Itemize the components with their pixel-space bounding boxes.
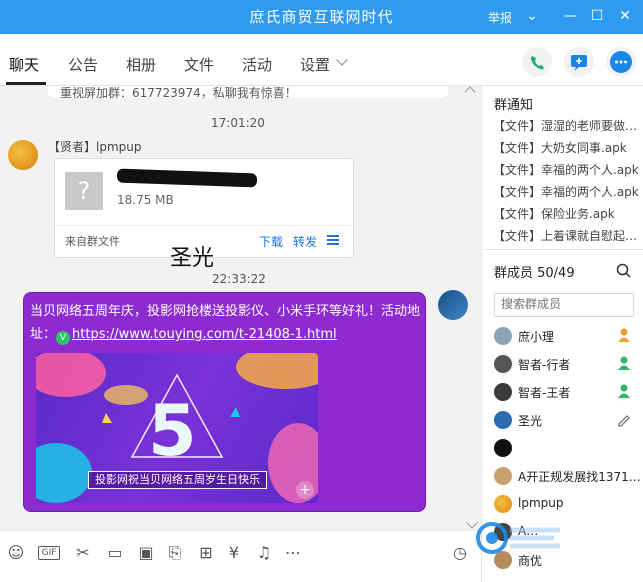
money-icon[interactable]: ¥ (224, 543, 244, 563)
banner-caption: 投影网祝当贝网络五周岁生日快乐 (88, 471, 267, 489)
title-bar: 庶氏商贸互联网时代 举报 ⌄ — ☐ ✕ (0, 0, 643, 34)
member-name: lpmpup (518, 496, 564, 510)
file-name-redacted (116, 168, 258, 188)
gift-icon[interactable]: ⊞ (196, 543, 216, 563)
avatar (494, 355, 512, 373)
folder-icon[interactable]: ▭ (105, 543, 125, 563)
watermark-logo (476, 522, 560, 554)
message-plus-icon (571, 55, 587, 71)
member-name: 智者-行者 (518, 358, 571, 372)
notice-item[interactable]: 【文件】上着课就自慰起… (493, 227, 641, 244)
member-name: 智者-王者 (518, 386, 571, 400)
owner-icon (618, 328, 630, 342)
verified-icon: V (56, 331, 71, 345)
more-tools-icon[interactable]: ⋯ (283, 543, 303, 563)
avatar[interactable] (8, 140, 38, 170)
divider (482, 249, 643, 250)
notice-item[interactable]: 【文件】幸福的两个人.apk (493, 183, 641, 200)
scissors-icon[interactable]: ✂ (73, 543, 93, 563)
admin-icon (618, 384, 630, 398)
announce-button[interactable] (564, 47, 594, 77)
maximize-icon[interactable]: ☐ (587, 6, 607, 26)
notice-item[interactable]: 【文件】大奶女同事.apk (493, 139, 641, 156)
member-item[interactable]: 圣光 (494, 408, 642, 432)
promo-message-bubble[interactable]: 当贝网络五周年庆，投影网抢楼送投影仪、小米手环等好礼！活动地址： Vhttps:/… (23, 292, 426, 512)
bell-icon[interactable]: ♫ (254, 543, 274, 563)
member-name: A开正规发展找1371… (518, 470, 641, 484)
file-source: 来自群文件 (65, 235, 120, 248)
tab-announcement[interactable]: 公告 (68, 54, 98, 75)
tab-chat[interactable]: 聊天 (9, 54, 39, 75)
notice-item[interactable]: 【文件】湿湿的老师要做… (493, 117, 641, 134)
close-icon[interactable]: ✕ (615, 6, 635, 26)
member-item[interactable]: 庶小理 (494, 324, 642, 348)
red-packet-icon[interactable]: ⎘ (165, 543, 185, 563)
group-notice-title: 群通知 (494, 98, 534, 113)
more-icon (610, 51, 632, 73)
tab-activity[interactable]: 活动 (242, 54, 272, 75)
avatar[interactable] (438, 290, 468, 320)
member-item[interactable]: A开正规发展找1371… (494, 464, 642, 488)
admin-icon (618, 356, 630, 370)
timestamp: 17:01:20 (211, 116, 265, 130)
chevron-down-icon[interactable] (336, 54, 348, 66)
avatar (494, 411, 512, 429)
promo-banner-image[interactable]: 5 投影网祝当贝网络五周岁生日快乐 + (36, 353, 318, 503)
member-name: 庶小理 (518, 330, 555, 344)
message-text: 当贝网络五周年庆，投影网抢楼送投影仪、小米手环等好礼！活动地址： Vhttps:/… (30, 300, 425, 346)
sender-name[interactable]: 【贤者】lpmpup (48, 138, 141, 155)
overlay-label: 圣光 (170, 246, 215, 271)
call-button[interactable] (522, 47, 552, 77)
more-options-button[interactable] (606, 47, 636, 77)
member-name: 圣光 (518, 414, 543, 428)
active-tab-indicator (6, 82, 46, 85)
avatar (494, 467, 512, 485)
avatar (494, 495, 512, 513)
member-item[interactable]: lpmpup (494, 492, 642, 516)
notice-item[interactable]: 【文件】保险业务.apk (493, 205, 641, 222)
notice-item[interactable]: 【文件】幸福的两个人.apk (493, 161, 641, 178)
tab-settings[interactable]: 设置 (300, 54, 330, 75)
svg-text:5: 5 (148, 390, 197, 472)
member-item[interactable]: 智者-王者 (494, 380, 642, 404)
previous-message-text: 重视屏加群：617723974，私聊我有惊喜！ (60, 86, 297, 100)
menu-icon[interactable] (327, 235, 339, 245)
tab-album[interactable]: 相册 (126, 54, 156, 75)
input-toolbar: ☺ GIF ✂ ▭ ▣ ⎘ ⊞ ¥ ♫ ⋯ ◷ (0, 517, 481, 582)
search-icon[interactable] (616, 263, 632, 279)
member-search-input[interactable] (501, 297, 631, 311)
members-title: 群成员 50/49 (494, 266, 575, 281)
forward-button[interactable]: 转发 (293, 233, 317, 250)
report-button[interactable]: 举报 (488, 9, 512, 26)
window-title: 庶氏商贸互联网时代 (249, 8, 394, 26)
scroll-up-icon[interactable] (464, 86, 476, 98)
message-link[interactable]: https://www.touying.com/t-21408-1.html (72, 327, 337, 342)
history-icon[interactable]: ◷ (450, 543, 470, 563)
divider (55, 225, 353, 226)
avatar (494, 383, 512, 401)
minimize-icon[interactable]: — (560, 6, 580, 26)
phone-icon (531, 56, 544, 70)
member-search-field[interactable] (494, 293, 634, 317)
emoji-icon[interactable]: ☺ (6, 543, 26, 563)
avatar (494, 327, 512, 345)
file-size: 18.75 MB (117, 193, 174, 207)
gif-icon[interactable]: GIF (38, 546, 60, 560)
timestamp: 22:33:22 (212, 272, 266, 286)
zoom-plus-icon[interactable]: + (296, 481, 314, 499)
tab-files[interactable]: 文件 (184, 54, 214, 75)
dropdown-icon[interactable]: ⌄ (522, 6, 542, 26)
avatar (494, 439, 512, 457)
chat-area[interactable]: 重视屏加群：617723974，私聊我有惊喜！ 17:01:20 【贤者】lpm… (0, 86, 481, 530)
group-side-panel: 群通知 【文件】湿湿的老师要做… 【文件】大奶女同事.apk 【文件】幸福的两个… (481, 86, 643, 582)
unknown-file-icon: ? (65, 172, 103, 210)
member-item[interactable] (494, 436, 642, 460)
member-item[interactable]: 智者-行者 (494, 352, 642, 376)
edit-icon[interactable] (616, 411, 632, 427)
download-button[interactable]: 下载 (259, 233, 283, 250)
image-icon[interactable]: ▣ (136, 543, 156, 563)
